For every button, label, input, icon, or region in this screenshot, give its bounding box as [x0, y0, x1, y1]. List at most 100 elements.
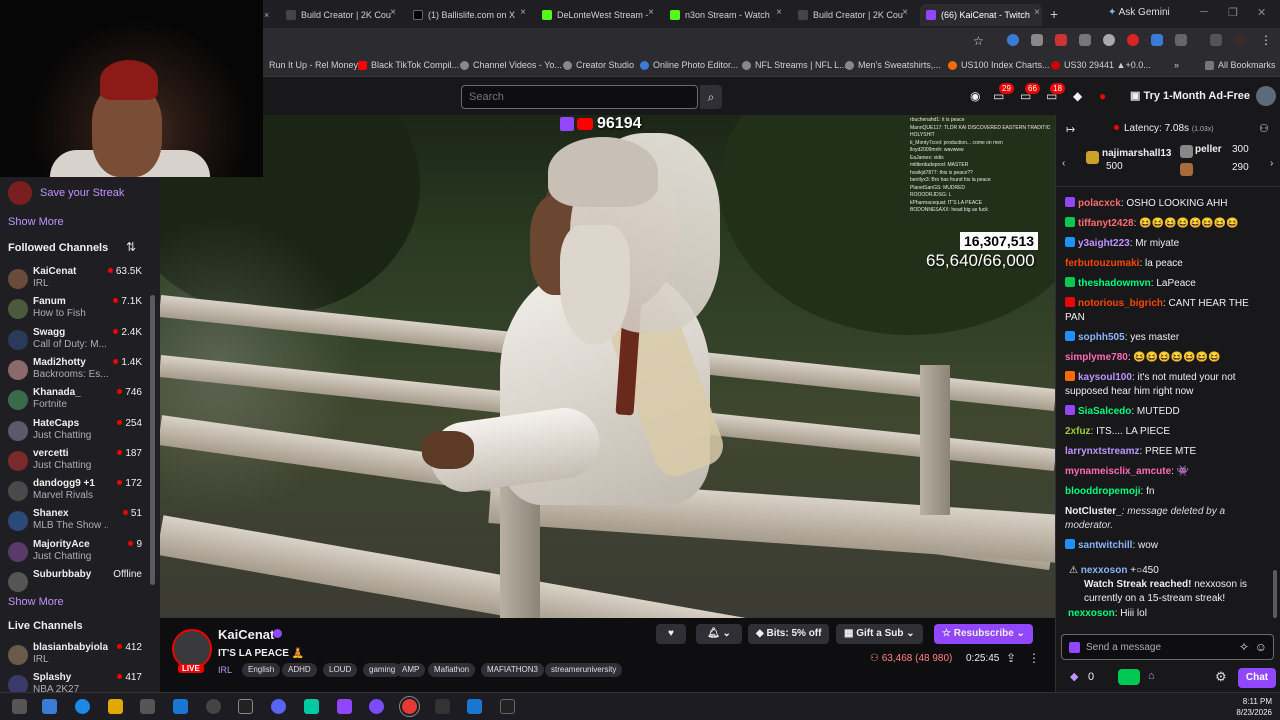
- sidebar-channel-vercetti[interactable]: vercetti Just Chatting 187: [0, 447, 150, 477]
- chat-username[interactable]: ferbutouzumaki: [1065, 258, 1139, 269]
- extension-icon[interactable]: [1079, 34, 1091, 46]
- channel-points-button[interactable]: [1118, 669, 1140, 685]
- bits-icon[interactable]: ◆: [1073, 89, 1087, 103]
- tag-loud[interactable]: LOUD: [323, 663, 358, 677]
- extension-icon[interactable]: [1007, 34, 1019, 46]
- gear-icon[interactable]: ⚙: [1215, 669, 1227, 685]
- tab-delontewest[interactable]: DeLonteWest Stream - ×: [542, 4, 656, 26]
- app-icon[interactable]: [304, 699, 319, 714]
- maximize-icon[interactable]: ❐: [1228, 6, 1238, 19]
- sidebar-channel-fanum[interactable]: Fanum How to Fish 7.1K: [0, 295, 150, 325]
- crown-icon[interactable]: ◉: [970, 89, 984, 103]
- menu-dots-icon[interactable]: ⋮: [1260, 33, 1272, 47]
- mail-icon[interactable]: [173, 699, 188, 714]
- tag-english[interactable]: English: [242, 663, 281, 677]
- chat-username[interactable]: theshadowmvn: [1078, 278, 1151, 289]
- app-icon[interactable]: [369, 699, 384, 714]
- chat-username[interactable]: tiffanyt2428: [1078, 218, 1134, 229]
- chat-username[interactable]: NotCluster_: [1065, 506, 1122, 517]
- sidebar-channel-madi2hotty[interactable]: Madi2hotty Backrooms: Es... 1.4K: [0, 356, 150, 386]
- close-icon[interactable]: ×: [776, 7, 782, 18]
- bookmark-item[interactable]: Online Photo Editor...: [640, 60, 738, 70]
- ad-free-button[interactable]: ▣ Try 1-Month Ad-Free: [1130, 89, 1250, 102]
- chat-username[interactable]: polacxck: [1078, 198, 1121, 209]
- sparkle-icon[interactable]: ✧: [1239, 640, 1249, 654]
- capcut-icon[interactable]: [500, 699, 515, 714]
- discord-icon[interactable]: [271, 699, 286, 714]
- sidebar-channel-swagg[interactable]: Swagg Call of Duty: M... 2.4K: [0, 326, 150, 356]
- chat-username[interactable]: 2xfuz: [1065, 426, 1091, 437]
- gift-sub-button[interactable]: ▦ Gift a Sub ⌄: [836, 624, 923, 644]
- show-more-button[interactable]: Show More: [8, 216, 64, 228]
- bits-discount-button[interactable]: ◆ Bits: 5% off: [748, 624, 830, 644]
- chat-username[interactable]: simplyme780: [1065, 352, 1128, 363]
- more-options-icon[interactable]: ⋮: [1028, 651, 1040, 665]
- extensions-puzzle-icon[interactable]: [1175, 34, 1187, 46]
- stream-category[interactable]: IRL: [218, 665, 232, 675]
- tag-mafiathon[interactable]: Mafiathon: [428, 663, 476, 677]
- chat-username[interactable]: santwitchill: [1078, 540, 1132, 551]
- extension-icon[interactable]: [1055, 34, 1067, 46]
- channel-name[interactable]: KaiCenat: [218, 627, 274, 642]
- tab-build-creator-2[interactable]: Build Creator | 2K Cou ×: [798, 4, 910, 26]
- app-icon[interactable]: [206, 699, 221, 714]
- sidebar-channel-splashy[interactable]: Splashy NBA 2K27 417: [0, 671, 150, 692]
- app-icon[interactable]: [435, 699, 450, 714]
- sidebar-channel-khanada-[interactable]: Khanada_ Fortnite 746: [0, 386, 150, 416]
- search-input[interactable]: [461, 85, 698, 109]
- prime-icon[interactable]: ●: [1099, 89, 1113, 103]
- chat-username[interactable]: SiaSalcedo: [1078, 406, 1131, 417]
- minimize-icon[interactable]: ─: [1200, 6, 1208, 18]
- share-icon[interactable]: ⇪: [1006, 651, 1016, 665]
- bookmark-item[interactable]: Run It Up - Rel Money: [269, 60, 358, 70]
- chat-username[interactable]: notorious_bigrich: [1078, 298, 1163, 309]
- bookmark-item[interactable]: Men's Sweatshirts,...: [845, 60, 941, 70]
- bookmarks-overflow-icon[interactable]: »: [1174, 60, 1179, 70]
- emote-icon[interactable]: ☺: [1255, 640, 1267, 654]
- close-icon[interactable]: ×: [648, 7, 654, 18]
- tag-streameruniversity[interactable]: streameruniversity: [545, 663, 623, 677]
- notification-bell-button[interactable]: 🔔︎ ⌄: [696, 624, 742, 644]
- chat-username[interactable]: blooddropemoji: [1065, 486, 1141, 497]
- follow-heart-icon[interactable]: ♥: [656, 624, 686, 644]
- sidebar-channel-dandogg9-1[interactable]: dandogg9 +1 Marvel Rivals 172: [0, 477, 150, 507]
- tag-adhd[interactable]: ADHD: [282, 663, 317, 677]
- extension-icon[interactable]: [1127, 34, 1139, 46]
- bits-icon[interactable]: ◆: [1070, 670, 1078, 683]
- chevron-left-icon[interactable]: ‹: [1062, 158, 1065, 169]
- tab-ballislife[interactable]: (1) Ballislife.com on X ×: [413, 4, 528, 26]
- extension-icon[interactable]: [1031, 34, 1043, 46]
- bookmark-item[interactable]: US30 29441 ▲+0.0...: [1051, 60, 1151, 70]
- bookmark-item[interactable]: NFL Streams | NFL L...: [742, 60, 847, 70]
- profile-avatar[interactable]: [1234, 34, 1246, 46]
- sidebar-channel-kaicenat[interactable]: KaiCenat IRL 63.5K: [0, 265, 150, 295]
- chat-username[interactable]: kaysoul100: [1078, 372, 1132, 383]
- chat-username[interactable]: y3aight223: [1078, 238, 1130, 249]
- close-icon[interactable]: ×: [390, 7, 396, 18]
- store-icon[interactable]: [140, 699, 155, 714]
- channel-avatar[interactable]: [172, 629, 212, 669]
- collapse-chat-icon[interactable]: ↦: [1066, 123, 1075, 136]
- sidebar-icon[interactable]: [1210, 34, 1222, 46]
- sidebar-channel-hatecaps[interactable]: HateCaps Just Chatting 254: [0, 417, 150, 447]
- sidebar-scrollbar[interactable]: [150, 295, 155, 585]
- bookmark-item[interactable]: Black TikTok Compil...: [358, 60, 459, 70]
- bookmark-item[interactable]: Creator Studio: [563, 60, 634, 70]
- widgets-icon[interactable]: [12, 699, 27, 714]
- chat-scrollbar[interactable]: [1273, 570, 1277, 618]
- new-tab-button[interactable]: +: [1050, 6, 1058, 22]
- sidebar-channel-shanex[interactable]: Shanex MLB The Show ... 51: [0, 507, 150, 537]
- extension-icon[interactable]: [1151, 34, 1163, 46]
- file-explorer-icon[interactable]: [108, 699, 123, 714]
- all-bookmarks-button[interactable]: All Bookmarks: [1205, 60, 1276, 70]
- tab-build-creator-1[interactable]: Build Creator | 2K Cou ×: [286, 4, 398, 26]
- sidebar-channel-blasianbabyiola[interactable]: blasianbabyiola IRL 412: [0, 641, 150, 671]
- tag-mafiathon3[interactable]: MAFIATHON3: [481, 663, 544, 677]
- sidebar-channel-suburbbaby[interactable]: Suburbbaby Offline: [0, 568, 150, 598]
- close-icon[interactable]: ×: [520, 7, 526, 18]
- resubscribe-button[interactable]: ☆ Resubscribe ⌄: [934, 624, 1033, 644]
- tab-close-partial[interactable]: ×: [264, 4, 270, 26]
- chat-username[interactable]: larrynxtstreamz: [1065, 446, 1139, 457]
- bookmark-item[interactable]: Channel Videos - Yo...: [460, 60, 562, 70]
- extension-icon[interactable]: [1103, 34, 1115, 46]
